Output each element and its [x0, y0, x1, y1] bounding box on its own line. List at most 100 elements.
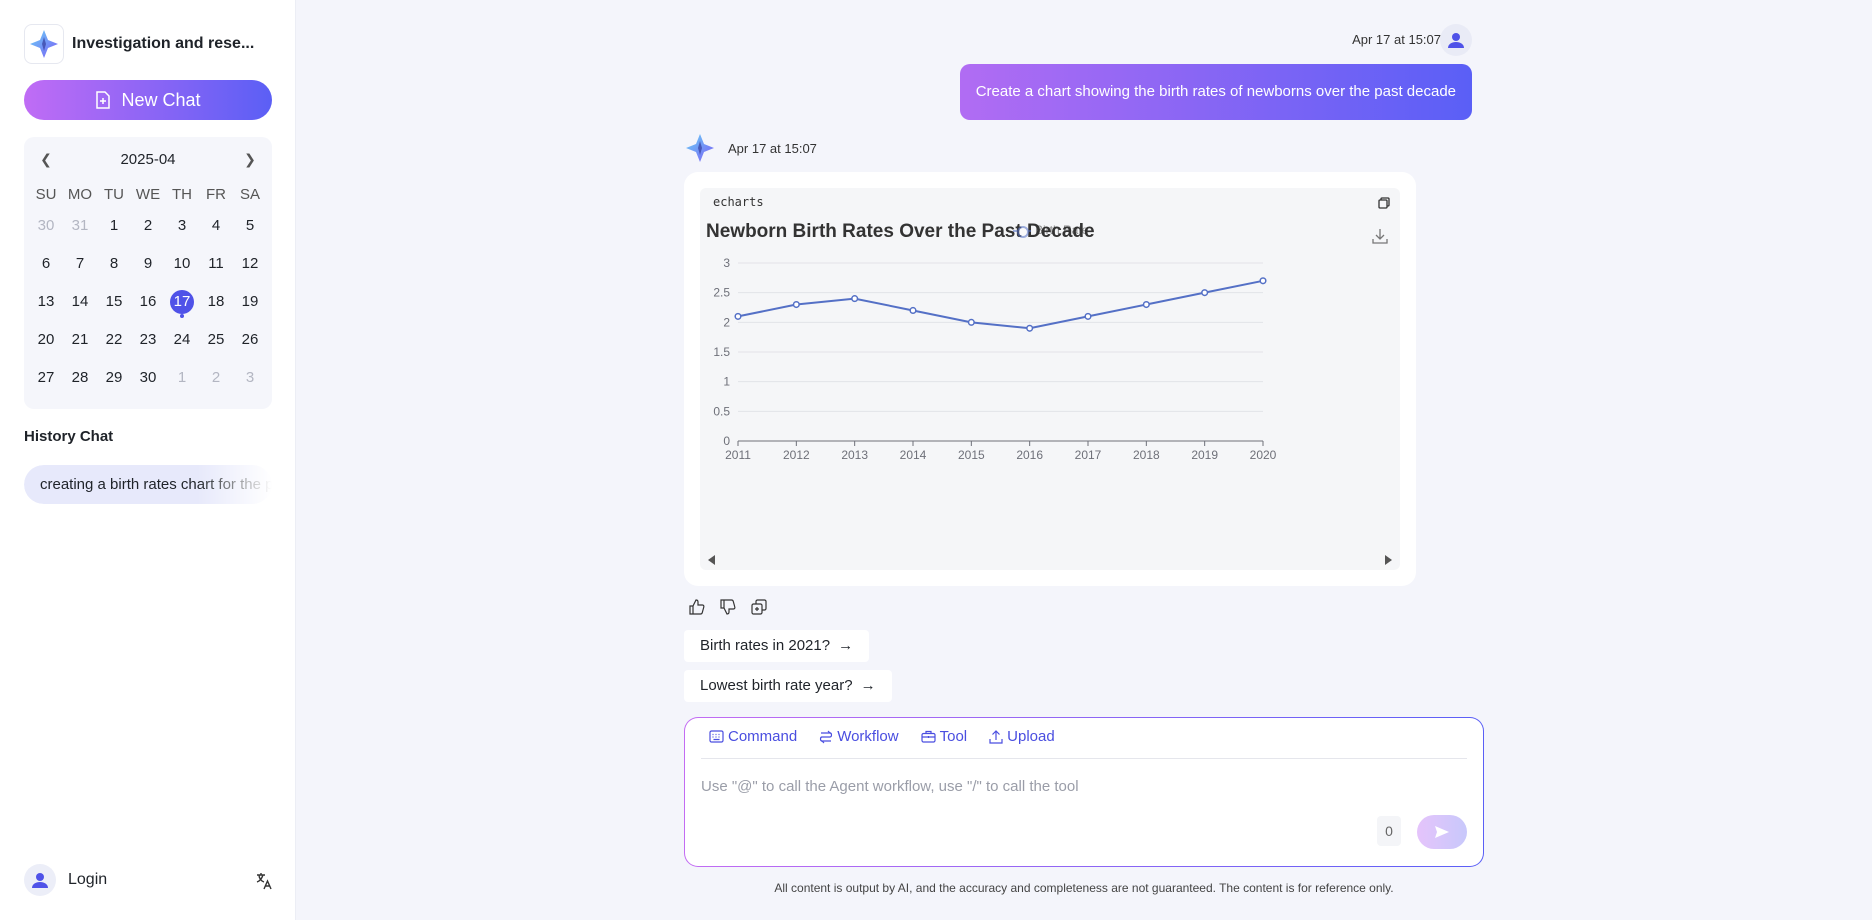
calendar-grid: SU MO TU WE TH FR SA 30 31 1 2 3 4 5 6 7 8 9 10 11 12 13 14 15 1…	[24, 183, 272, 397]
calendar-weekday: SA	[239, 186, 260, 203]
data-point	[851, 295, 859, 303]
calendar-day[interactable]: 6	[29, 245, 63, 283]
calendar-day[interactable]: 4	[199, 207, 233, 245]
command-button[interactable]: Command	[709, 728, 797, 745]
app-title: Investigation and rese...	[72, 35, 255, 52]
calendar-month: 2025-04	[120, 150, 176, 168]
calendar-day[interactable]: 15	[97, 283, 131, 321]
calendar-day[interactable]: 14	[63, 283, 97, 321]
calendar-day[interactable]: 2	[131, 207, 165, 245]
suggestion-label: Birth rates in 2021?	[700, 637, 831, 654]
calendar-next-icon[interactable]: ❯	[238, 147, 262, 171]
composer-divider	[701, 758, 1467, 759]
arrow-right-icon: →	[860, 677, 876, 694]
calendar-weekday: MO	[67, 186, 93, 203]
keyboard-icon	[709, 730, 724, 743]
download-icon[interactable]	[1372, 228, 1388, 244]
copy-message-icon[interactable]	[748, 596, 770, 618]
send-button[interactable]	[1417, 815, 1467, 849]
calendar-day[interactable]: 3	[165, 207, 199, 245]
calendar-day[interactable]: 9	[131, 245, 165, 283]
calendar-day[interactable]: 26	[233, 321, 267, 359]
user-avatar-icon	[1440, 24, 1472, 56]
calendar-day[interactable]: 18	[199, 283, 233, 321]
x-tick-label: 2017	[1075, 448, 1102, 462]
copy-icon[interactable]	[1378, 197, 1390, 209]
calendar-day[interactable]: 2	[199, 359, 233, 397]
history-item[interactable]: creating a birth rates chart for the pas…	[24, 465, 272, 504]
new-chat-icon	[96, 91, 111, 109]
scroll-left-arrow-icon[interactable]	[708, 555, 715, 565]
data-point	[967, 318, 975, 326]
command-label: Command	[728, 728, 798, 745]
calendar-day-today[interactable]: 17	[165, 283, 199, 321]
calendar-day[interactable]: 8	[97, 245, 131, 283]
toolbox-icon	[921, 730, 936, 743]
calendar-day[interactable]: 25	[199, 321, 233, 359]
calendar-day[interactable]: 19	[233, 283, 267, 321]
workflow-label: Workflow	[837, 728, 899, 745]
calendar-day[interactable]: 20	[29, 321, 63, 359]
data-point	[792, 300, 800, 309]
thumbs-up-icon[interactable]	[686, 596, 708, 618]
calendar-day[interactable]: 7	[63, 245, 97, 283]
x-tick-label: 2012	[783, 448, 810, 462]
calendar: ❮ 2025-04 ❯ SU MO TU WE TH FR SA 30 31 1 2 3 4 5 6 7 8 9 1…	[24, 137, 272, 409]
calendar-day[interactable]: 16	[131, 283, 165, 321]
workflow-button[interactable]: Workflow	[819, 728, 899, 745]
calendar-day[interactable]: 3	[233, 359, 267, 397]
calendar-day[interactable]: 1	[97, 207, 131, 245]
user-message-time: Apr 17 at 15:07	[1352, 32, 1441, 47]
calendar-day[interactable]: 30	[131, 359, 165, 397]
calendar-day[interactable]: 11	[199, 245, 233, 283]
calendar-day[interactable]: 24	[165, 321, 199, 359]
history-title: History Chat	[24, 428, 114, 445]
x-tick-label: 2014	[900, 448, 927, 462]
calendar-weekday: TU	[104, 186, 124, 203]
chart-legend[interactable]: Birth Rate	[1013, 223, 1088, 238]
suggestion-chip[interactable]: Birth rates in 2021? →	[684, 630, 870, 662]
workflow-icon	[820, 730, 833, 743]
translate-icon[interactable]	[255, 872, 273, 890]
y-tick-label: 1.5	[713, 345, 730, 359]
composer: Command Workflow Tool Upload 0	[684, 717, 1484, 867]
y-tick-label: 2.5	[713, 286, 730, 300]
calendar-day[interactable]: 21	[63, 321, 97, 359]
calendar-day[interactable]: 27	[29, 359, 63, 397]
calendar-day[interactable]: 29	[97, 359, 131, 397]
calendar-day[interactable]: 1	[165, 359, 199, 397]
suggestion-chip[interactable]: Lowest birth rate year? →	[684, 670, 892, 702]
calendar-day[interactable]: 31	[63, 207, 97, 245]
calendar-day[interactable]: 28	[63, 359, 97, 397]
calendar-day[interactable]: 13	[29, 283, 63, 321]
calendar-day[interactable]: 22	[97, 321, 131, 359]
data-point	[1201, 289, 1209, 297]
scroll-right-arrow-icon[interactable]	[1385, 555, 1392, 565]
y-tick-label: 2	[723, 315, 730, 329]
suggestion-label: Lowest birth rate year?	[700, 677, 853, 694]
login-button[interactable]: Login	[24, 864, 107, 896]
new-chat-button[interactable]: New Chat	[24, 80, 272, 120]
calendar-day[interactable]: 10	[165, 245, 199, 283]
thumbs-down-icon[interactable]	[717, 596, 739, 618]
ai-disclaimer: All content is output by AI, and the acc…	[774, 881, 1394, 895]
calendar-day[interactable]: 23	[131, 321, 165, 359]
calendar-day[interactable]: 5	[233, 207, 267, 245]
data-point	[909, 306, 917, 315]
user-avatar-icon	[24, 864, 56, 896]
char-counter: 0	[1377, 816, 1401, 846]
send-icon	[1435, 826, 1449, 838]
bot-message-time: Apr 17 at 15:07	[728, 141, 817, 156]
app-logo	[24, 24, 64, 64]
arrow-right-icon: →	[838, 637, 854, 654]
series-line	[737, 279, 1264, 330]
message-input[interactable]	[701, 774, 1401, 798]
x-tick-label: 2020	[1250, 448, 1277, 462]
upload-button[interactable]: Upload	[989, 728, 1055, 745]
calendar-day[interactable]: 30	[29, 207, 63, 245]
tool-button[interactable]: Tool	[921, 728, 967, 745]
composer-toolbar: Command Workflow Tool Upload	[709, 728, 1077, 745]
data-point	[1084, 312, 1092, 320]
code-language-tag: echarts	[713, 195, 764, 209]
calendar-day[interactable]: 12	[233, 245, 267, 283]
